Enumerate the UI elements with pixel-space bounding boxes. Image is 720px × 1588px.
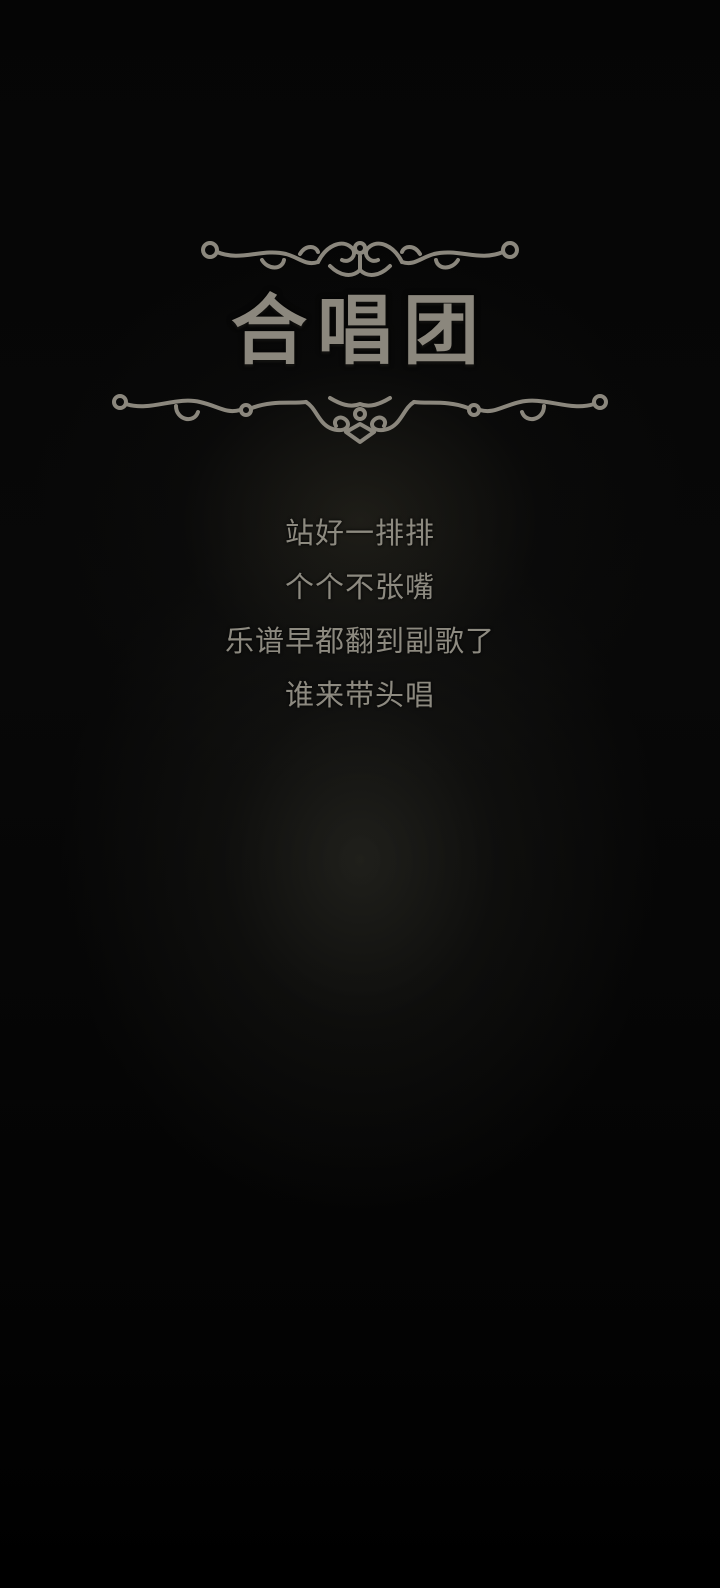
lyric-line-4: 谁来带头唱 <box>284 678 435 712</box>
page-title: 合唱团 <box>231 286 489 375</box>
lyric-line-1: 站好一排排 <box>284 516 435 550</box>
ornament-top-icon <box>201 241 519 277</box>
game-screen: 合唱团 站好一排排 个个不张嘴 乐谱早都翻到副歌了 谁来带头唱 <box>0 0 720 1588</box>
lyric-line-2: 个个不张嘴 <box>284 570 435 604</box>
ornament-bottom-icon <box>112 394 608 444</box>
lyrics-block: 站好一排排 个个不张嘴 乐谱早都翻到副歌了 谁来带头唱 <box>0 506 720 722</box>
lyric-line-3: 乐谱早都翻到副歌了 <box>224 624 495 658</box>
